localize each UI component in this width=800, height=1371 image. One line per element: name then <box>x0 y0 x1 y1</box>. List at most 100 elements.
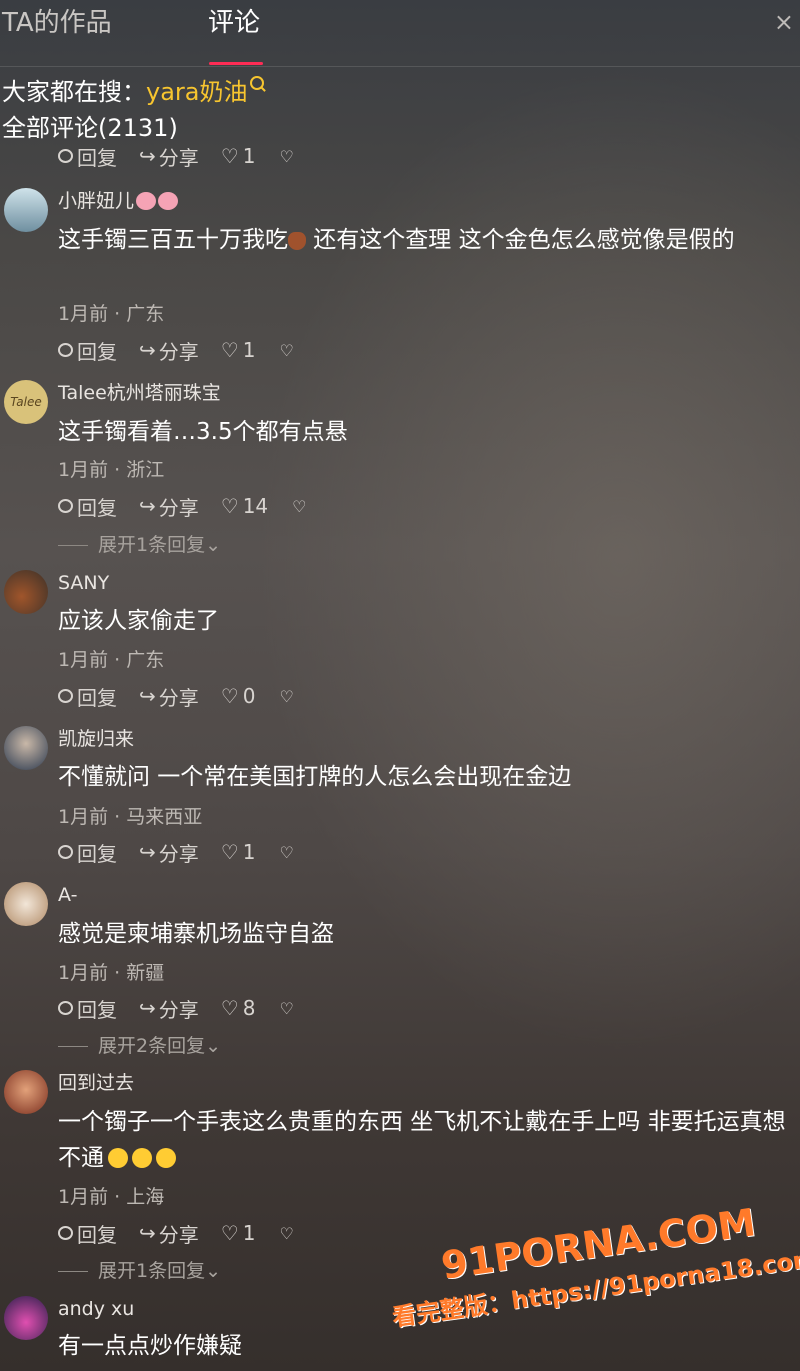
comment-meta: 1月前 · 上海 <box>58 1186 165 1208</box>
share-button[interactable]: ↪ 分享 <box>139 682 199 711</box>
reply-label: 回复 <box>77 145 117 170</box>
reply-button[interactable]: 回复 <box>58 142 117 171</box>
comment-text: 一个镯子一个手表这么贵重的东西 坐飞机不让戴在手上吗 非要托运真想不通 <box>58 1109 786 1171</box>
share-button[interactable]: ↪ 分享 <box>139 336 199 365</box>
share-icon: ↪ <box>139 338 156 362</box>
active-tab-indicator <box>209 62 263 65</box>
divider <box>58 1270 88 1272</box>
reply-button[interactable]: 回复 <box>58 492 117 521</box>
close-icon[interactable]: × <box>774 8 794 36</box>
comment-username[interactable]: andy xu <box>58 1296 134 1322</box>
crying-emoji-icon <box>132 1148 152 1168</box>
comment-username[interactable]: SANY <box>58 570 109 596</box>
dislike-icon[interactable]: ♡ <box>292 497 306 516</box>
reply-icon <box>58 689 73 703</box>
trending-search-keyword[interactable]: yara奶油 <box>146 78 247 106</box>
reply-button[interactable]: 回复 <box>58 994 117 1023</box>
comment-actions: 回复 ↪ 分享 ♡ 1 ♡ <box>58 838 294 866</box>
like-count: 1 <box>242 144 256 168</box>
crying-emoji-icon <box>156 1148 176 1168</box>
heart-icon: ♡ <box>220 494 239 518</box>
expand-replies-button[interactable]: 展开1条回复 ⌄ <box>58 1258 221 1284</box>
expand-replies-button[interactable]: 展开1条回复 ⌄ <box>58 532 221 558</box>
comment-actions: 回复 ↪ 分享 ♡ 14 ♡ <box>58 492 307 520</box>
share-icon: ↪ <box>139 996 156 1020</box>
reply-icon <box>58 1226 73 1240</box>
heart-icon: ♡ <box>220 338 239 362</box>
like-button[interactable]: ♡ 1 <box>221 840 256 864</box>
comment-username[interactable]: 回到过去 <box>58 1070 134 1096</box>
comment-username[interactable]: 小胖妞儿 <box>58 188 179 214</box>
reply-icon <box>58 343 73 357</box>
like-button[interactable]: ♡ 1 <box>221 144 256 168</box>
reply-icon <box>58 149 73 163</box>
tab-bar: TA的作品 评论 × <box>0 0 800 67</box>
heart-icon: ♡ <box>220 1221 239 1245</box>
share-label: 分享 <box>158 145 199 170</box>
comment-meta: 1月前 · 广东 <box>58 649 165 671</box>
comment-meta: 1月前 · 浙江 <box>58 459 165 481</box>
comment-username[interactable]: A- <box>58 882 77 908</box>
crying-emoji-icon <box>108 1148 128 1168</box>
avatar[interactable] <box>4 188 48 232</box>
divider <box>58 1045 88 1047</box>
reply-button[interactable]: 回复 <box>58 336 117 365</box>
comment-count: 全部评论(2131) <box>2 114 178 142</box>
comment-text: 不懂就问 一个常在美国打牌的人怎么会出现在金边 <box>58 764 572 790</box>
like-button[interactable]: ♡ 8 <box>221 996 256 1020</box>
expand-replies-button[interactable]: 展开2条回复 ⌄ <box>58 1033 221 1059</box>
avatar[interactable] <box>4 1070 48 1114</box>
avatar[interactable] <box>4 570 48 614</box>
dislike-icon[interactable]: ♡ <box>279 843 293 862</box>
comment-username[interactable]: Talee杭州塔丽珠宝 <box>58 380 221 406</box>
heart-icon: ♡ <box>220 996 239 1020</box>
share-button[interactable]: ↪ 分享 <box>139 838 199 867</box>
avatar[interactable] <box>4 1296 48 1340</box>
dislike-icon[interactable]: ♡ <box>279 687 293 706</box>
share-button[interactable]: ↪ 分享 <box>139 492 199 521</box>
tab-comments[interactable]: 评论 <box>208 6 260 40</box>
heart-icon: ♡ <box>220 144 239 168</box>
dislike-icon[interactable]: ♡ <box>279 341 293 360</box>
pig-emoji-icon <box>136 192 157 210</box>
share-icon: ↪ <box>139 840 156 864</box>
reply-button[interactable]: 回复 <box>58 838 117 867</box>
comment-actions: 回复 ↪ 分享 ♡ 1 ♡ <box>58 142 294 170</box>
avatar[interactable]: Talee <box>4 380 48 424</box>
like-button[interactable]: ♡ 0 <box>221 684 256 708</box>
like-button[interactable]: ♡ 1 <box>221 1221 256 1245</box>
dislike-icon[interactable]: ♡ <box>279 147 293 166</box>
like-button[interactable]: ♡ 1 <box>221 338 256 362</box>
comment-meta: 1月前 · 新疆 <box>58 962 165 984</box>
reply-button[interactable]: 回复 <box>58 682 117 711</box>
reply-button[interactable]: 回复 <box>58 1219 117 1248</box>
share-button[interactable]: ↪ 分享 <box>139 994 199 1023</box>
comment-username[interactable]: 凯旋归来 <box>58 726 134 752</box>
comment-meta: 1月前 · 马来西亚 <box>58 806 203 828</box>
share-icon: ↪ <box>139 1221 156 1245</box>
dislike-icon[interactable]: ♡ <box>279 999 293 1018</box>
avatar[interactable] <box>4 882 48 926</box>
comment-actions: 回复 ↪ 分享 ♡ 8 ♡ <box>58 994 294 1022</box>
reply-icon <box>58 845 73 859</box>
comment-text: 感觉是柬埔寨机场监守自盗 <box>58 921 334 947</box>
reply-icon <box>58 1001 73 1015</box>
share-icon: ↪ <box>139 144 156 168</box>
share-button[interactable]: ↪ 分享 <box>139 1219 199 1248</box>
comment-text: 这手镯三百五十万我吃 还有这个查理 这个金色怎么感觉像是假的 <box>58 227 735 253</box>
comment-text: 这手镯看着…3.5个都有点悬 <box>58 419 348 445</box>
dislike-icon[interactable]: ♡ <box>279 1224 293 1243</box>
comment-text: 有一点点炒作嫌疑 <box>58 1333 242 1359</box>
tab-works[interactable]: TA的作品 <box>2 6 112 40</box>
comment-meta: 1月前 · 广东 <box>58 303 165 325</box>
pig-emoji-icon <box>158 192 179 210</box>
share-button[interactable]: ↪ 分享 <box>139 142 199 171</box>
poop-emoji-icon <box>288 232 306 250</box>
comment-actions: 回复 ↪ 分享 ♡ 1 ♡ <box>58 336 294 364</box>
chevron-down-icon: ⌄ <box>205 1035 222 1057</box>
like-button[interactable]: ♡ 14 <box>221 494 268 518</box>
avatar[interactable] <box>4 726 48 770</box>
trending-search[interactable]: 大家都在搜：yara奶油 <box>2 76 265 108</box>
search-icon <box>250 76 265 90</box>
comment-actions: 回复 ↪ 分享 ♡ 1 ♡ <box>58 1219 294 1247</box>
